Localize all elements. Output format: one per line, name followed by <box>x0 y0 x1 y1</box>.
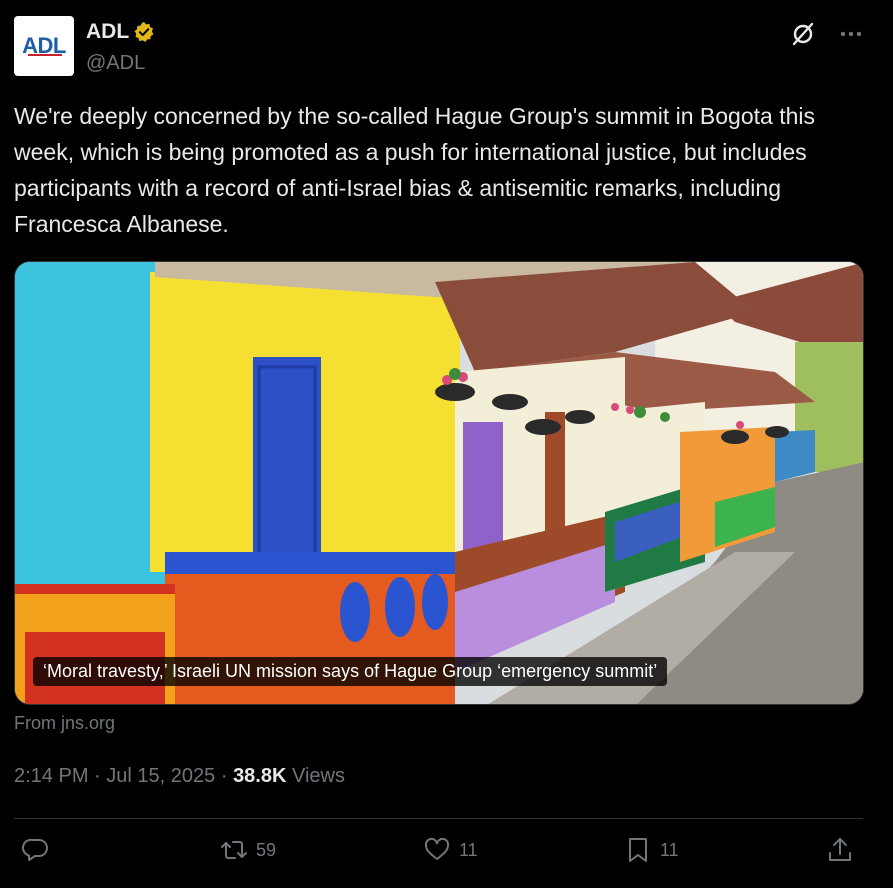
reply-button[interactable] <box>22 836 58 864</box>
more-icon[interactable] <box>837 20 865 48</box>
action-bar: 59 11 11 <box>14 836 863 872</box>
divider <box>14 818 863 819</box>
bookmark-button[interactable]: 11 <box>624 836 679 864</box>
top-actions <box>789 20 865 48</box>
link-card-title: ‘Moral travesty,’ Israeli UN mission say… <box>33 657 668 686</box>
like-count: 11 <box>459 839 478 860</box>
like-icon <box>424 837 450 860</box>
bookmark-icon <box>629 838 647 862</box>
grok-icon[interactable] <box>789 20 817 48</box>
bookmark-count: 11 <box>660 839 679 860</box>
avatar-logo-underline <box>28 54 62 56</box>
author-name-row: ADL <box>86 20 155 44</box>
repost-icon <box>221 841 247 859</box>
tweet: ADL ADL @ADL We're deeply concerned by t… <box>0 0 893 888</box>
author-display-name[interactable]: ADL <box>86 20 129 44</box>
link-card-source[interactable]: From jns.org <box>14 713 115 734</box>
like-button[interactable]: 11 <box>423 836 478 864</box>
meta-separator: · <box>94 765 101 787</box>
avatar[interactable]: ADL <box>14 16 74 76</box>
verified-badge-icon <box>134 22 154 42</box>
share-icon <box>829 838 851 861</box>
views-count: 38.8K <box>233 765 287 787</box>
reply-icon <box>22 838 48 861</box>
share-button[interactable] <box>826 836 854 864</box>
author-handle[interactable]: @ADL <box>86 52 145 75</box>
views-label: Views <box>292 765 345 787</box>
tweet-time[interactable]: 2:14 PM <box>14 765 88 787</box>
repost-button[interactable]: 59 <box>220 836 276 864</box>
tweet-date[interactable]: Jul 15, 2025 <box>106 765 215 787</box>
tweet-meta: 2:14 PM · Jul 15, 2025 · 38.8K Views <box>14 765 345 788</box>
link-card-image[interactable]: ‘Moral travesty,’ Israeli UN mission say… <box>14 261 864 705</box>
street-photo <box>15 262 863 704</box>
repost-count: 59 <box>256 839 277 860</box>
tweet-text: We're deeply concerned by the so-called … <box>14 103 816 237</box>
meta-separator: · <box>220 765 228 787</box>
